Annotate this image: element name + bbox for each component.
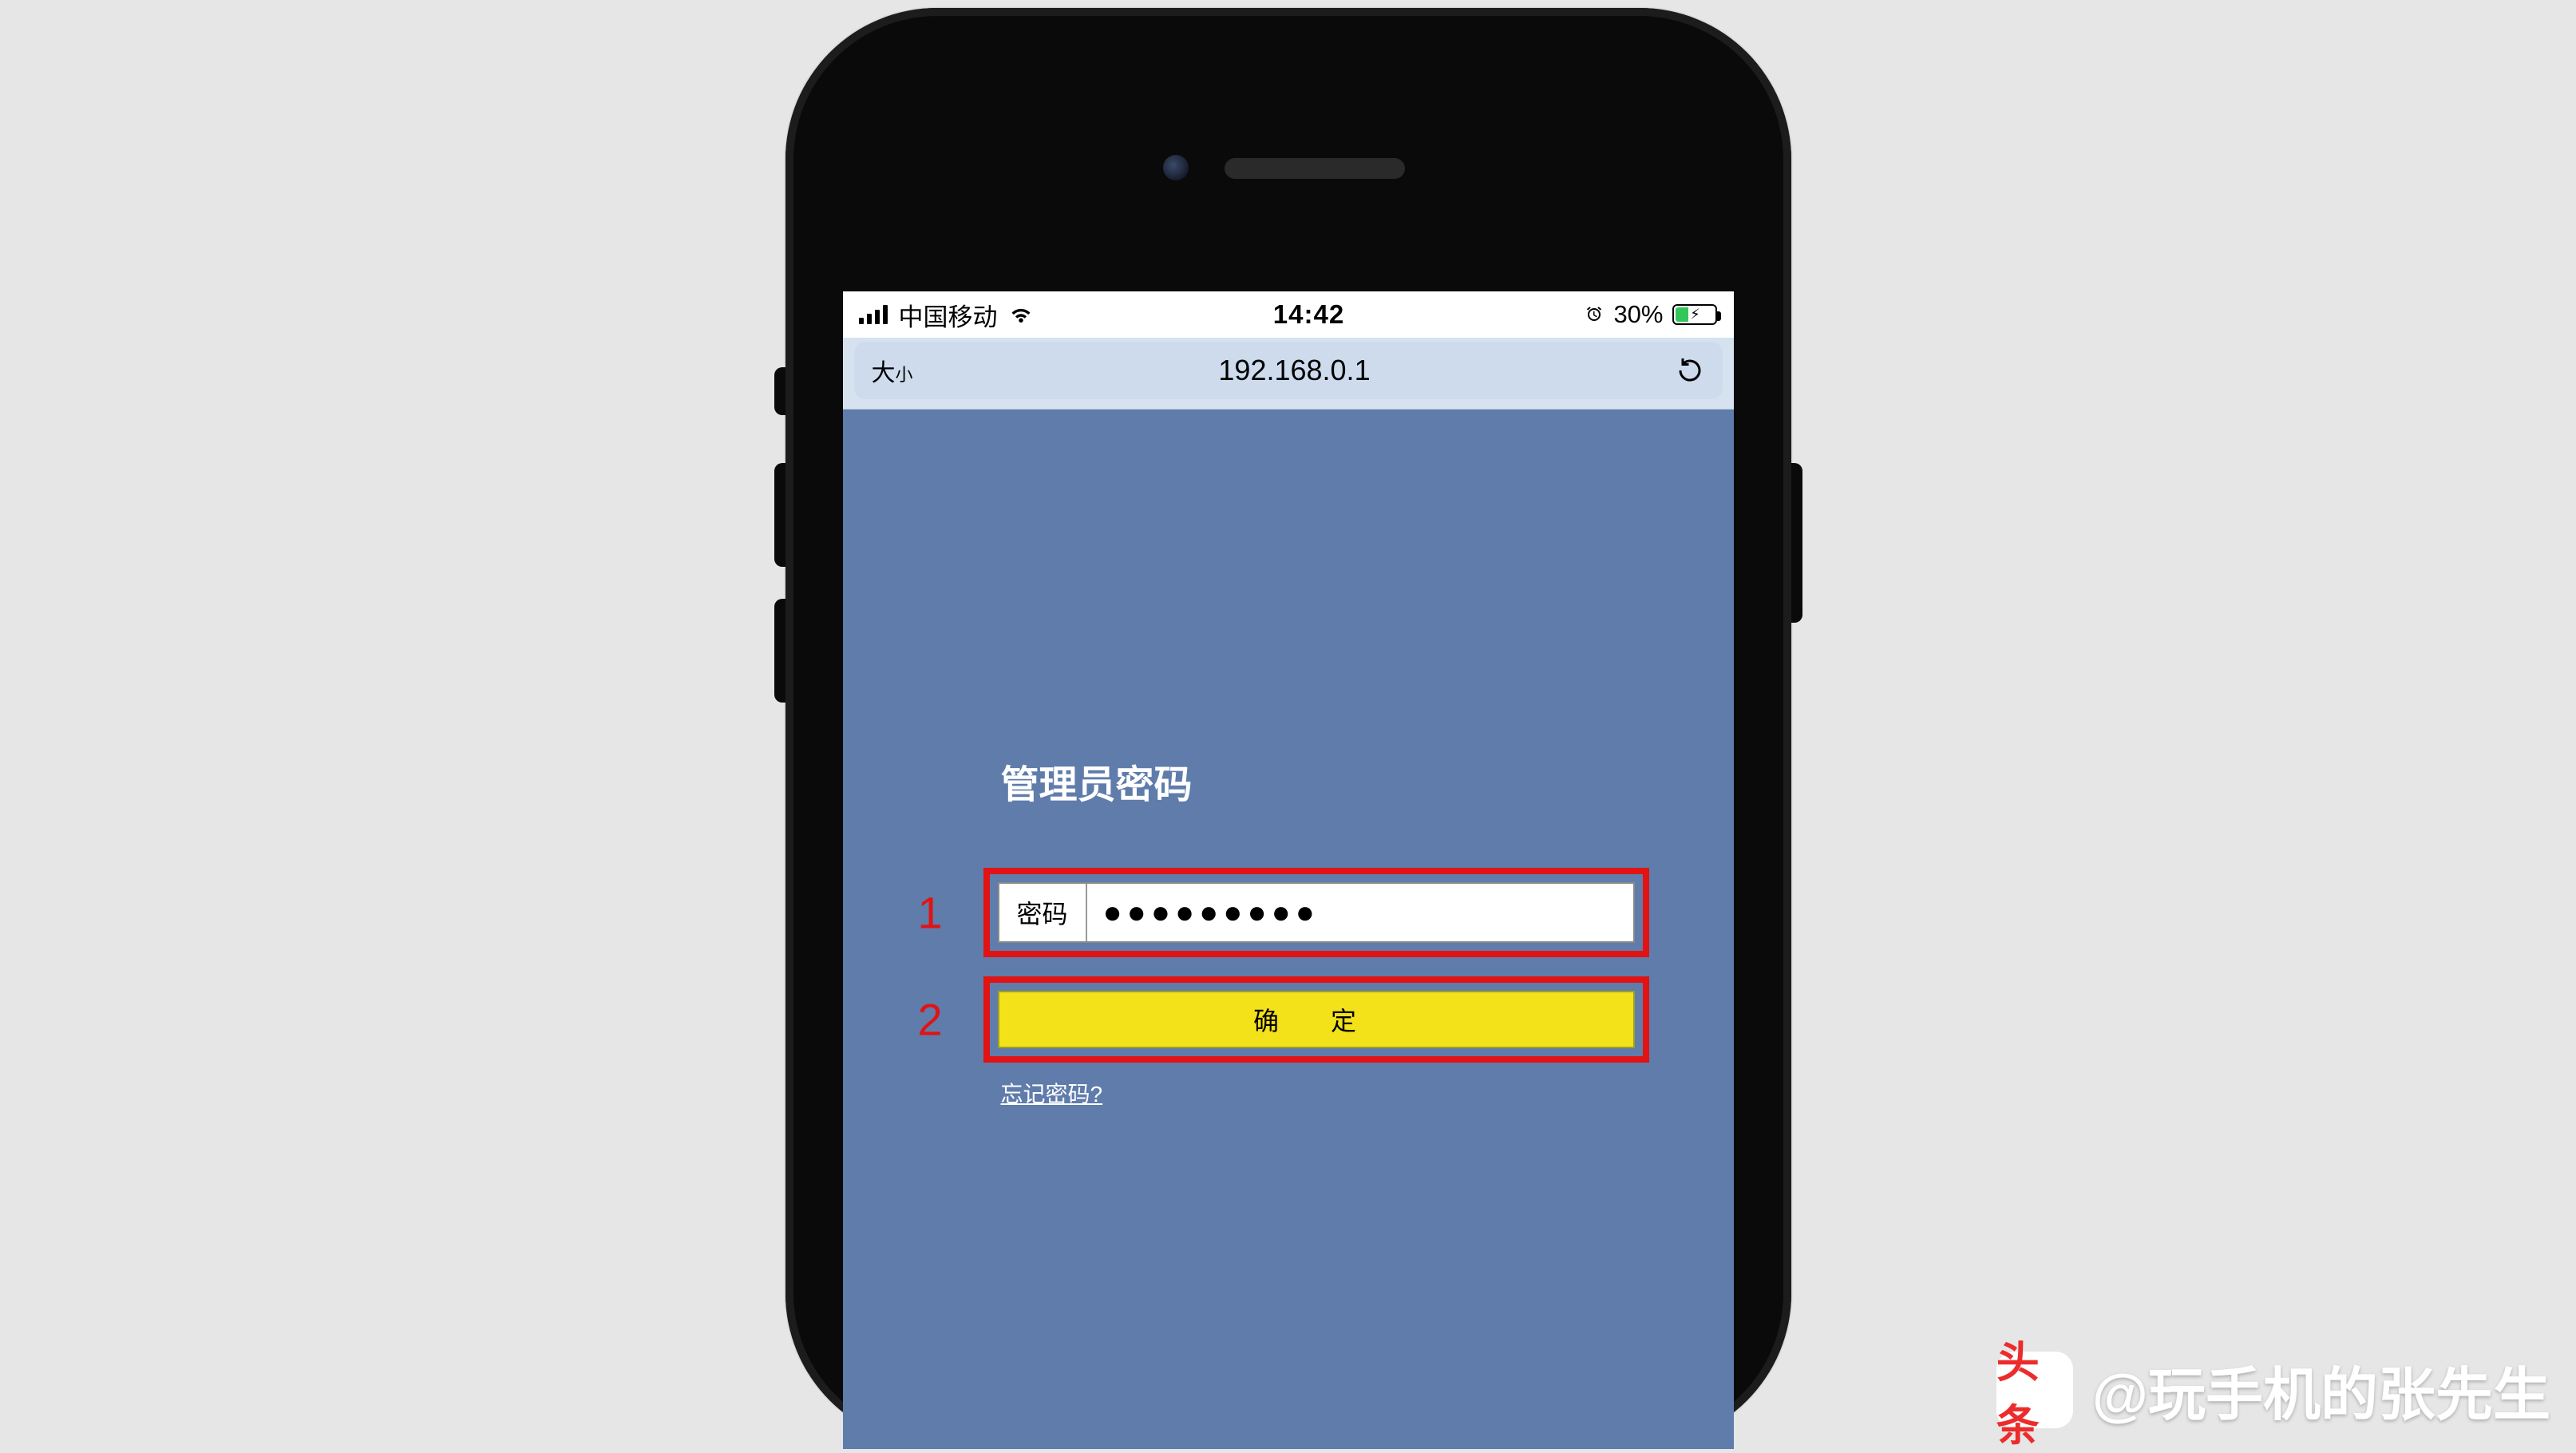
watermark: 头条 @玩手机的张先生	[1996, 1348, 2550, 1431]
status-bar: 中国移动 14:42 30% ⚡︎	[843, 291, 1734, 338]
annotation-box-1: 1 密码 ●●●●●●●●●	[983, 868, 1649, 957]
cell-signal-icon	[859, 305, 888, 324]
front-camera	[1163, 155, 1189, 180]
alarm-icon	[1585, 305, 1604, 324]
carrier-label: 中国移动	[899, 297, 998, 333]
forgot-password-link[interactable]: 忘记密码?	[1001, 1077, 1734, 1109]
browser-url-bar: 大小 192.168.0.1	[843, 338, 1734, 410]
speaker-grille	[1225, 158, 1405, 179]
annotation-number-2: 2	[918, 994, 943, 1046]
page-content: 管理员密码 1 密码 ●●●●●●●●● 2 确 定 忘记密码?	[843, 410, 1734, 1109]
phone-frame: 中国移动 14:42 30% ⚡︎ 大小	[785, 8, 1791, 1445]
url-text[interactable]: 192.168.0.1	[1218, 354, 1370, 387]
password-input[interactable]: ●●●●●●●●●	[1087, 884, 1633, 941]
status-right: 30% ⚡︎	[1585, 300, 1717, 329]
power-button	[1791, 463, 1802, 623]
battery-percent: 30%	[1613, 300, 1663, 329]
battery-icon: ⚡︎	[1672, 304, 1717, 325]
status-left: 中国移动	[859, 297, 1033, 333]
confirm-button[interactable]: 确 定	[998, 991, 1635, 1048]
volume-down-button	[774, 599, 785, 703]
wifi-icon	[1009, 303, 1033, 327]
charging-bolt-icon: ⚡︎	[1690, 307, 1700, 323]
phone-bezel-top	[785, 8, 1791, 291]
volume-up-button	[774, 463, 785, 567]
reload-icon[interactable]	[1676, 356, 1704, 385]
watermark-logo: 头条	[1996, 1352, 2073, 1428]
login-title: 管理员密码	[1001, 753, 1734, 809]
clock: 14:42	[1273, 299, 1344, 330]
mute-switch	[774, 367, 785, 415]
watermark-text: @玩手机的张先生	[2092, 1348, 2550, 1431]
phone-screen: 中国移动 14:42 30% ⚡︎ 大小	[843, 291, 1734, 1449]
text-size-button[interactable]: 大小	[872, 353, 913, 388]
password-field-row[interactable]: 密码 ●●●●●●●●●	[998, 882, 1635, 943]
annotation-box-2: 2 确 定	[983, 976, 1649, 1063]
annotation-number-1: 1	[918, 887, 943, 939]
password-label: 密码	[999, 884, 1087, 941]
url-pill[interactable]: 大小 192.168.0.1	[854, 342, 1723, 399]
